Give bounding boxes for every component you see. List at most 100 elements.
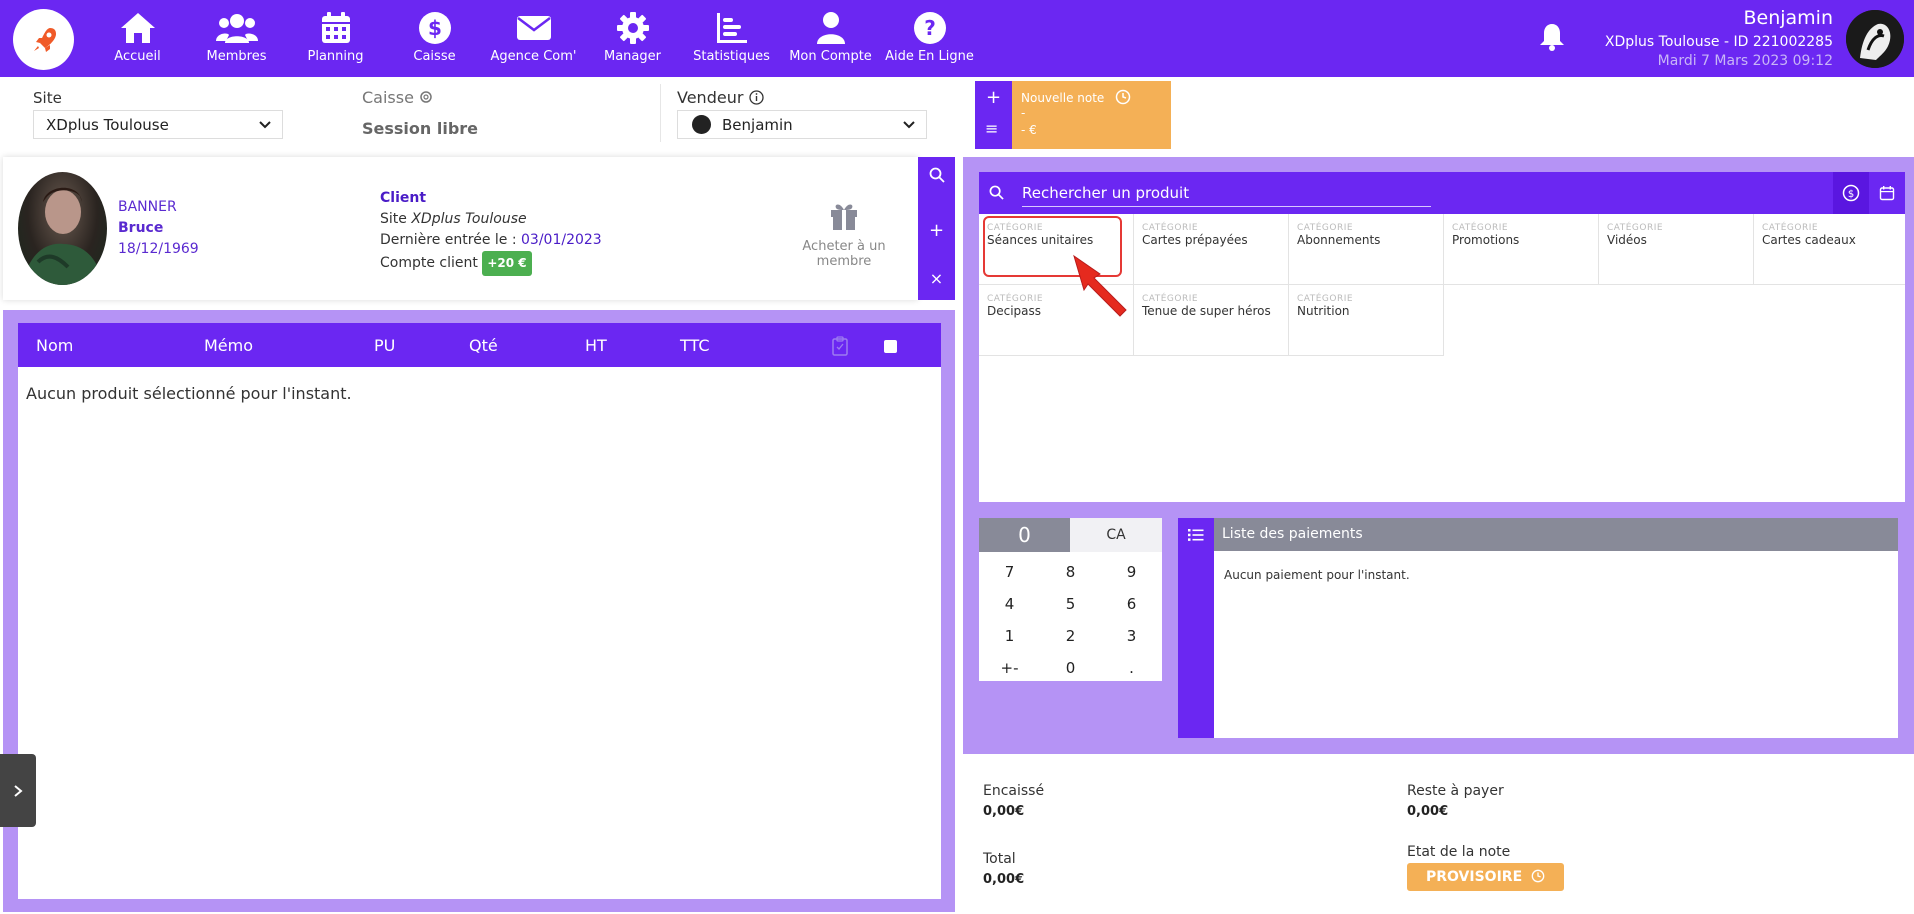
client-photo-icon: [23, 187, 103, 285]
nav-item-planning[interactable]: Planning: [286, 0, 385, 77]
help-icon: ?: [913, 12, 946, 44]
client-add-button[interactable]: +: [918, 220, 955, 241]
keypad-key[interactable]: 3: [1101, 620, 1162, 652]
keypad-key[interactable]: 5: [1040, 588, 1101, 620]
client-account-line: Compte client +20 €: [380, 251, 602, 276]
keypad-key[interactable]: 7: [979, 556, 1040, 588]
category-tile-tenue-super-heros[interactable]: CATÉGORIE Tenue de super héros: [1134, 285, 1289, 356]
clipboard-icon[interactable]: [832, 336, 848, 356]
encaisse-label: Encaissé: [983, 783, 1045, 799]
user-site: XDplus Toulouse - ID 221002285: [1604, 34, 1833, 50]
keypad-key[interactable]: 2: [1040, 620, 1101, 652]
col-ttc: TTC: [680, 336, 710, 355]
cart-table-header: Nom Mémo PU Qté HT TTC: [18, 323, 941, 367]
category-name: Abonnements: [1297, 233, 1381, 247]
chevron-down-icon: [903, 121, 915, 129]
category-tile-cartes-prepayees[interactable]: CATÉGORIE Cartes prépayées: [1134, 214, 1289, 285]
client-info: Client Site XDplus Toulouse Dernière ent…: [380, 188, 602, 276]
category-kind: CATÉGORIE: [1297, 294, 1354, 304]
category-tile-nutrition[interactable]: CATÉGORIE Nutrition: [1289, 285, 1444, 356]
category-tile-abonnements[interactable]: CATÉGORIE Abonnements: [1289, 214, 1444, 285]
nav-label: Planning: [307, 49, 364, 64]
side-drawer-toggle[interactable]: [0, 754, 36, 827]
nav-item-manager[interactable]: Manager: [583, 0, 682, 77]
site-select[interactable]: XDplus Toulouse: [33, 110, 283, 139]
keypad-key[interactable]: 9: [1101, 556, 1162, 588]
category-tile-videos[interactable]: CATÉGORIE Vidéos: [1599, 214, 1754, 285]
keypad-key[interactable]: 4: [979, 588, 1040, 620]
client-account-badge: +20 €: [482, 251, 532, 276]
etat-label: Etat de la note: [1407, 844, 1511, 860]
category-kind: CATÉGORIE: [1142, 223, 1199, 233]
list-icon[interactable]: [1188, 528, 1204, 542]
nav-item-statistiques[interactable]: Statistiques: [682, 0, 781, 77]
nav-item-membres[interactable]: Membres: [187, 0, 286, 77]
price-filter-button[interactable]: $: [1833, 172, 1869, 214]
total-value: 0,00€: [983, 872, 1025, 887]
select-all-checkbox[interactable]: [884, 340, 897, 353]
notifications-button[interactable]: [1538, 22, 1568, 54]
bell-icon: [1540, 24, 1564, 51]
divider: [660, 84, 661, 142]
vendeur-select-value: Benjamin: [722, 115, 793, 134]
client-actions-bar: + ×: [918, 157, 955, 300]
nav-item-mon-compte[interactable]: Mon Compte: [781, 0, 880, 77]
nav-item-agence[interactable]: Agence Com': [484, 0, 583, 77]
client-last-entry-date[interactable]: 03/01/2023: [521, 232, 602, 248]
chevron-down-icon: [259, 121, 271, 129]
client-site-prefix: Site: [380, 211, 412, 227]
note-status-value: PROVISOIRE: [1425, 869, 1523, 885]
keypad-key[interactable]: +-: [979, 652, 1040, 684]
keypad-key[interactable]: 0: [1040, 652, 1101, 684]
user-name: Benjamin: [1743, 7, 1833, 29]
nav-item-aide[interactable]: ? Aide En Ligne: [880, 0, 979, 77]
col-memo: Mémo: [204, 336, 254, 355]
payments-empty-message: Aucun paiement pour l'instant.: [1224, 568, 1410, 582]
note-title: Nouvelle note: [1021, 91, 1105, 105]
category-name: Cartes cadeaux: [1762, 233, 1856, 247]
client-title: Client: [380, 190, 427, 206]
vendeur-avatar: [692, 115, 711, 134]
category-kind: CATÉGORIE: [987, 223, 1044, 233]
category-tile-cartes-cadeaux[interactable]: CATÉGORIE Cartes cadeaux: [1754, 214, 1905, 285]
gear-small-icon[interactable]: [419, 90, 433, 104]
reste-label: Reste à payer: [1407, 783, 1504, 799]
keypad-key[interactable]: .: [1101, 652, 1162, 684]
info-icon[interactable]: [748, 90, 764, 105]
nav-label: Mon Compte: [789, 49, 872, 64]
vendeur-select[interactable]: Benjamin: [677, 110, 927, 139]
note-card[interactable]: + ≡ Nouvelle note - - €: [975, 81, 1171, 149]
keypad-clear-button[interactable]: CA: [1070, 518, 1162, 552]
note-status-button[interactable]: PROVISOIRE: [1407, 863, 1564, 891]
nav-item-accueil[interactable]: Accueil: [88, 0, 187, 77]
chevron-right-icon: [14, 784, 23, 797]
client-site-name: XDplus Toulouse: [411, 211, 527, 227]
user-icon: [816, 12, 845, 44]
category-kind: CATÉGORIE: [1142, 294, 1199, 304]
keypad-key[interactable]: 6: [1101, 588, 1162, 620]
category-name: Nutrition: [1297, 304, 1350, 318]
nav-item-caisse[interactable]: $ Caisse: [385, 0, 484, 77]
category-name: Séances unitaires: [987, 233, 1094, 247]
keypad-key[interactable]: 1: [979, 620, 1040, 652]
calendar-filter-button[interactable]: [1869, 172, 1905, 214]
keypad-key[interactable]: 8: [1040, 556, 1101, 588]
category-tile-promotions[interactable]: CATÉGORIE Promotions: [1444, 214, 1599, 285]
client-search-button[interactable]: [918, 167, 955, 187]
rocket-icon: [33, 27, 56, 52]
buy-for-member-button[interactable]: Acheter à un membre: [779, 199, 909, 269]
client-remove-button[interactable]: ×: [918, 269, 955, 288]
gear-icon: [616, 12, 649, 44]
encaisse-value: 0,00€: [983, 804, 1025, 819]
product-search-input[interactable]: [1022, 179, 1431, 207]
dollar-circle-icon: $: [1842, 184, 1860, 202]
client-first-name: Bruce: [118, 220, 164, 236]
note-menu-button[interactable]: ≡: [985, 119, 998, 138]
col-pu: PU: [374, 336, 396, 355]
user-date: Mardi 7 Mars 2023 09:12: [1657, 53, 1833, 69]
nav-label: Aide En Ligne: [885, 49, 974, 64]
rocket-logo[interactable]: [13, 9, 74, 70]
user-avatar[interactable]: [1846, 10, 1904, 68]
main-nav: Accueil Membres Planning $ Caisse Agence…: [88, 0, 979, 77]
add-note-button[interactable]: +: [986, 87, 1001, 108]
